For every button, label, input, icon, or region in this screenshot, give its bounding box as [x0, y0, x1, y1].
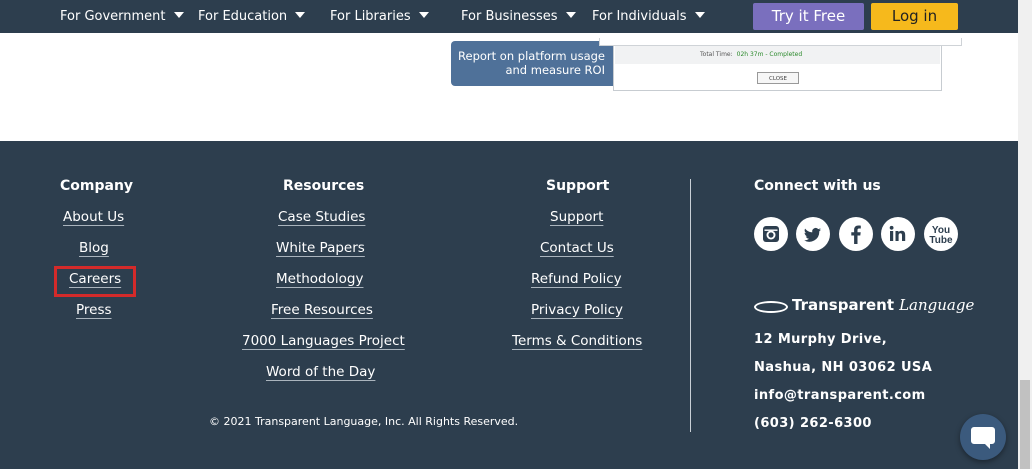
- report-screenshot-edge: [599, 38, 962, 46]
- nav-for-education[interactable]: For Education: [198, 0, 306, 33]
- careers-highlight-box: [54, 266, 136, 297]
- chat-bubble-icon: [971, 427, 995, 449]
- nav-for-individuals[interactable]: For Individuals: [592, 0, 705, 33]
- chevron-down-icon: [694, 12, 705, 18]
- address-line-2: Nashua, NH 03062 USA: [754, 360, 933, 375]
- word-of-the-day-link[interactable]: Word of the Day: [266, 364, 375, 380]
- chevron-down-icon: [418, 12, 429, 18]
- support-link[interactable]: Support: [550, 209, 603, 225]
- refund-policy-link[interactable]: Refund Policy: [531, 271, 622, 287]
- nav-for-government[interactable]: For Government: [60, 0, 184, 33]
- copyright-text: © 2021 Transparent Language, Inc. All Ri…: [209, 415, 519, 428]
- top-navigation: For Government For Education For Librari…: [0, 0, 1018, 33]
- linkedin-icon[interactable]: [881, 217, 915, 251]
- nav-for-businesses[interactable]: For Businesses: [461, 0, 576, 33]
- chevron-down-icon: [565, 12, 576, 18]
- footer-divider: [690, 179, 691, 432]
- connect-heading: Connect with us: [754, 178, 881, 194]
- chat-button[interactable]: [960, 414, 1006, 460]
- 7000-languages-link[interactable]: 7000 Languages Project: [242, 333, 405, 349]
- contact-us-link[interactable]: Contact Us: [540, 240, 614, 256]
- case-studies-link[interactable]: Case Studies: [278, 209, 365, 225]
- report-callout: Report on platform usage and measure ROI: [451, 41, 615, 86]
- close-button-image: CLOSE: [757, 72, 799, 84]
- transparent-language-logo: Transparent Language: [754, 295, 974, 314]
- privacy-policy-link[interactable]: Privacy Policy: [531, 302, 623, 318]
- resources-heading: Resources: [283, 178, 365, 194]
- youtube-icon[interactable]: You Tube: [924, 217, 958, 251]
- blog-link[interactable]: Blog: [79, 240, 109, 256]
- chevron-down-icon: [295, 12, 306, 18]
- methodology-link[interactable]: Methodology: [276, 271, 363, 287]
- instagram-icon[interactable]: [754, 217, 788, 251]
- terms-conditions-link[interactable]: Terms & Conditions: [512, 333, 642, 349]
- facebook-icon[interactable]: [839, 217, 873, 251]
- chevron-down-icon: [173, 12, 184, 18]
- address-line-1: 12 Murphy Drive,: [754, 332, 888, 347]
- scrollbar-thumb[interactable]: [1020, 380, 1030, 469]
- twitter-icon[interactable]: [796, 217, 830, 251]
- press-link[interactable]: Press: [76, 302, 112, 318]
- try-it-free-button[interactable]: Try it Free: [753, 3, 864, 30]
- white-papers-link[interactable]: White Papers: [276, 240, 365, 256]
- about-us-link[interactable]: About Us: [63, 209, 124, 225]
- free-resources-link[interactable]: Free Resources: [271, 302, 373, 318]
- login-button[interactable]: Log in: [871, 3, 958, 30]
- youtube-tube-text: Tube: [929, 235, 953, 246]
- email-link[interactable]: info@transparent.com: [754, 388, 926, 403]
- logo-swoosh-icon: [754, 301, 788, 313]
- company-heading: Company: [60, 178, 134, 194]
- support-heading: Support: [546, 178, 610, 194]
- phone-number: (603) 262-6300: [754, 416, 872, 431]
- nav-for-libraries[interactable]: For Libraries: [330, 0, 429, 33]
- total-time-text: Total Time: 02h 37m - Completed: [700, 51, 803, 58]
